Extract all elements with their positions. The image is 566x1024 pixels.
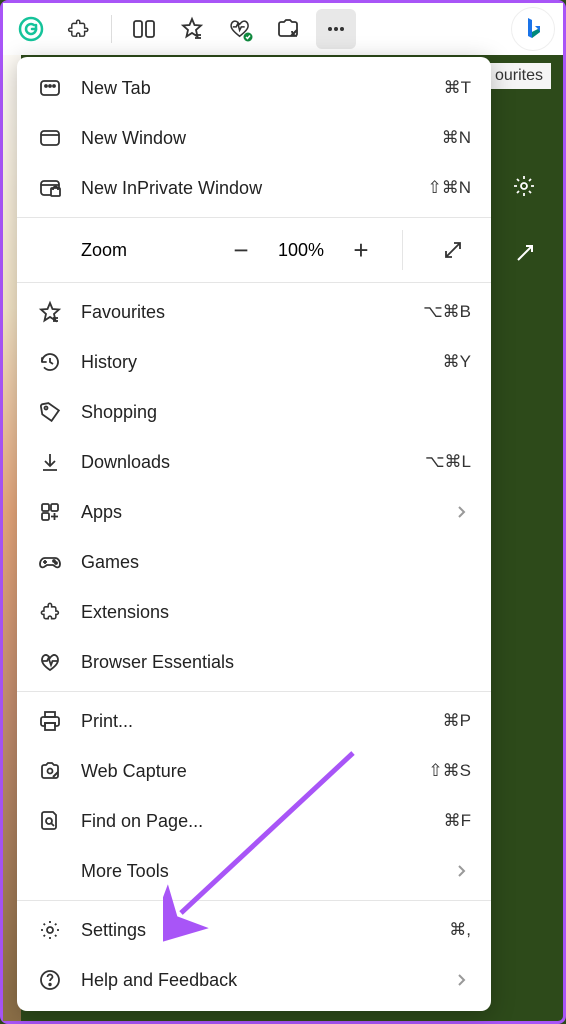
- menu-shortcut: ⇧⌘N: [427, 178, 471, 198]
- zoom-label: Zoom: [81, 240, 226, 261]
- grammarly-icon[interactable]: [11, 9, 51, 49]
- favourites-star-icon[interactable]: [172, 9, 212, 49]
- extension-icon[interactable]: [59, 9, 99, 49]
- menu-label: New InPrivate Window: [81, 178, 409, 199]
- menu-item-apps[interactable]: Apps: [17, 487, 491, 537]
- menu-shortcut: ⇧⌘S: [428, 761, 471, 781]
- menu-item-more-tools[interactable]: More Tools: [17, 846, 491, 896]
- toolbar-separator: [111, 15, 112, 43]
- camera-icon: [37, 758, 63, 784]
- menu-item-help[interactable]: Help and Feedback: [17, 955, 491, 1005]
- tag-icon: [37, 399, 63, 425]
- chevron-right-icon: [453, 971, 471, 989]
- bing-logo-icon[interactable]: [511, 7, 555, 51]
- menu-label: Web Capture: [81, 761, 410, 782]
- menu-separator: [17, 900, 491, 901]
- favourites-bar-label: ourites: [487, 63, 551, 89]
- menu-label: Favourites: [81, 302, 405, 323]
- search-page-icon: [37, 808, 63, 834]
- menu-label: Settings: [81, 920, 431, 941]
- menu-label: Downloads: [81, 452, 407, 473]
- print-icon: [37, 708, 63, 734]
- menu-label: Find on Page...: [81, 811, 426, 832]
- menu-item-history[interactable]: History ⌘Y: [17, 337, 491, 387]
- menu-item-new-inprivate[interactable]: New InPrivate Window ⇧⌘N: [17, 163, 491, 213]
- menu-item-print[interactable]: Print... ⌘P: [17, 696, 491, 746]
- menu-label: Games: [81, 552, 471, 573]
- menu-item-downloads[interactable]: Downloads ⌥⌘L: [17, 437, 491, 487]
- zoom-value: 100%: [278, 240, 324, 261]
- menu-label: Shopping: [81, 402, 471, 423]
- extensions-icon: [37, 599, 63, 625]
- menu-item-web-capture[interactable]: Web Capture ⇧⌘S: [17, 746, 491, 796]
- menu-label: Apps: [81, 502, 435, 523]
- inprivate-icon: [37, 175, 63, 201]
- zoom-out-button[interactable]: −: [226, 235, 256, 266]
- heart-pulse-icon[interactable]: [220, 9, 260, 49]
- download-icon: [37, 449, 63, 475]
- star-icon: [37, 299, 63, 325]
- menu-item-new-window[interactable]: New Window ⌘N: [17, 113, 491, 163]
- settings-gear-icon[interactable]: [511, 173, 537, 199]
- split-screen-icon[interactable]: [124, 9, 164, 49]
- menu-shortcut: ⌥⌘B: [423, 302, 471, 322]
- apps-icon: [37, 499, 63, 525]
- menu-item-favourites[interactable]: Favourites ⌥⌘B: [17, 287, 491, 337]
- menu-item-extensions[interactable]: Extensions: [17, 587, 491, 637]
- browser-toolbar: [3, 3, 563, 55]
- menu-shortcut: ⌘,: [449, 920, 471, 940]
- menu-item-browser-essentials[interactable]: Browser Essentials: [17, 637, 491, 687]
- menu-item-games[interactable]: Games: [17, 537, 491, 587]
- gear-icon: [37, 917, 63, 943]
- menu-label: Print...: [81, 711, 425, 732]
- menu-shortcut: ⌘N: [442, 128, 471, 148]
- new-tab-icon: [37, 75, 63, 101]
- menu-shortcut: ⌥⌘L: [425, 452, 471, 472]
- history-icon: [37, 349, 63, 375]
- zoom-separator: [402, 230, 403, 270]
- menu-label: More Tools: [81, 861, 435, 882]
- heart-pulse-icon: [37, 649, 63, 675]
- menu-shortcut: ⌘P: [443, 711, 471, 731]
- menu-label: Help and Feedback: [81, 970, 435, 991]
- fullscreen-button[interactable]: [429, 239, 477, 261]
- menu-shortcut: ⌘T: [444, 78, 471, 98]
- more-menu-button[interactable]: [316, 9, 356, 49]
- zoom-controls-row: Zoom − 100% +: [17, 222, 491, 278]
- menu-label: New Tab: [81, 78, 426, 99]
- menu-item-new-tab[interactable]: New Tab ⌘T: [17, 63, 491, 113]
- expand-arrow-icon[interactable]: [513, 241, 537, 265]
- menu-label: Extensions: [81, 602, 471, 623]
- chevron-right-icon: [453, 503, 471, 521]
- menu-item-settings[interactable]: Settings ⌘,: [17, 905, 491, 955]
- new-window-icon: [37, 125, 63, 151]
- menu-separator: [17, 217, 491, 218]
- menu-separator: [17, 282, 491, 283]
- menu-label: New Window: [81, 128, 424, 149]
- menu-item-shopping[interactable]: Shopping: [17, 387, 491, 437]
- screenshot-icon[interactable]: [268, 9, 308, 49]
- menu-label: History: [81, 352, 425, 373]
- menu-item-find[interactable]: Find on Page... ⌘F: [17, 796, 491, 846]
- menu-separator: [17, 691, 491, 692]
- games-icon: [37, 549, 63, 575]
- settings-dropdown-menu: New Tab ⌘T New Window ⌘N New InPrivate W…: [17, 57, 491, 1011]
- zoom-in-button[interactable]: +: [346, 235, 376, 266]
- menu-shortcut: ⌘Y: [443, 352, 471, 372]
- menu-shortcut: ⌘F: [444, 811, 471, 831]
- help-icon: [37, 967, 63, 993]
- menu-label: Browser Essentials: [81, 652, 471, 673]
- chevron-right-icon: [453, 862, 471, 880]
